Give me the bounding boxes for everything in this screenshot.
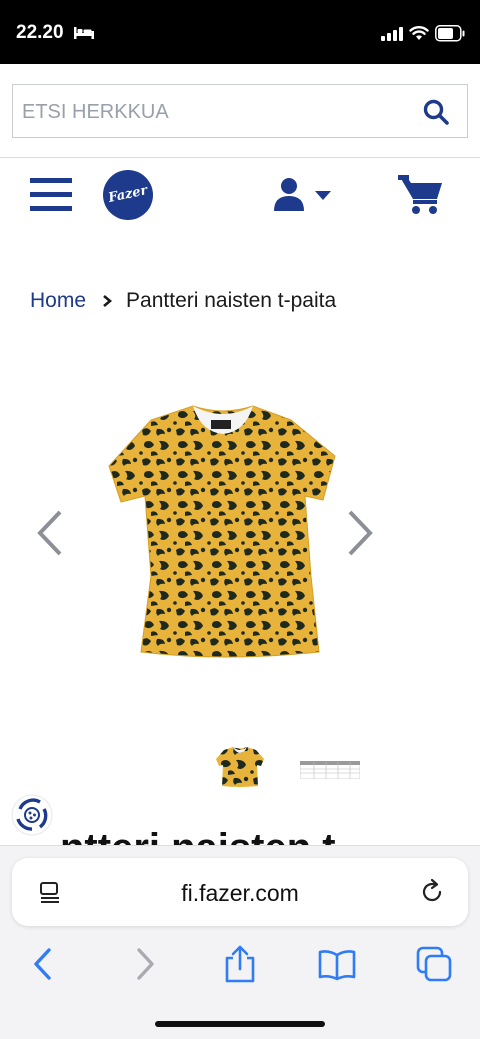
signal-icon [381, 27, 403, 41]
breadcrumb-current: Pantteri naisten t-paita [126, 289, 337, 312]
thumbnail-size-chart[interactable] [300, 761, 360, 779]
status-time: 22.20 [16, 22, 64, 43]
url-text: fi.fazer.com [181, 880, 299, 906]
chevron-right-icon[interactable] [344, 508, 376, 558]
reload-icon[interactable] [418, 878, 446, 906]
home-indicator [155, 1021, 325, 1027]
tabs-icon[interactable] [414, 944, 454, 984]
chevron-down-icon [315, 191, 331, 200]
browser-toolbar: fi.fazer.com [0, 845, 480, 1039]
header-divider [0, 157, 480, 158]
status-bar: 22.20 [0, 0, 480, 64]
menu-icon[interactable] [30, 178, 72, 211]
breadcrumb-home-link[interactable]: Home [30, 289, 86, 313]
logo-text: Fazer [107, 183, 149, 206]
recycle-badge-icon[interactable] [10, 793, 54, 837]
bookmarks-icon[interactable] [317, 944, 357, 984]
thumbnail-leopard-tshirt[interactable] [216, 745, 264, 788]
wifi-icon [409, 26, 429, 40]
share-icon[interactable] [220, 944, 260, 984]
bed-icon [74, 27, 94, 39]
product-image-leopard-tshirt[interactable] [105, 396, 341, 658]
chevron-right-separator-icon [103, 295, 113, 307]
fazer-logo[interactable]: Fazer [103, 170, 153, 220]
breadcrumb: Home Pantteri naisten t-paita [30, 286, 336, 316]
chevron-left-icon[interactable] [34, 508, 66, 558]
back-icon[interactable] [24, 944, 64, 984]
cart-icon[interactable] [398, 173, 444, 215]
search-bar [12, 84, 468, 138]
search-input[interactable] [22, 98, 402, 126]
forward-icon[interactable] [124, 944, 164, 984]
url-field[interactable]: fi.fazer.com [12, 858, 468, 926]
search-icon[interactable] [423, 99, 449, 125]
battery-icon [435, 25, 465, 42]
account-icon[interactable] [272, 177, 334, 213]
